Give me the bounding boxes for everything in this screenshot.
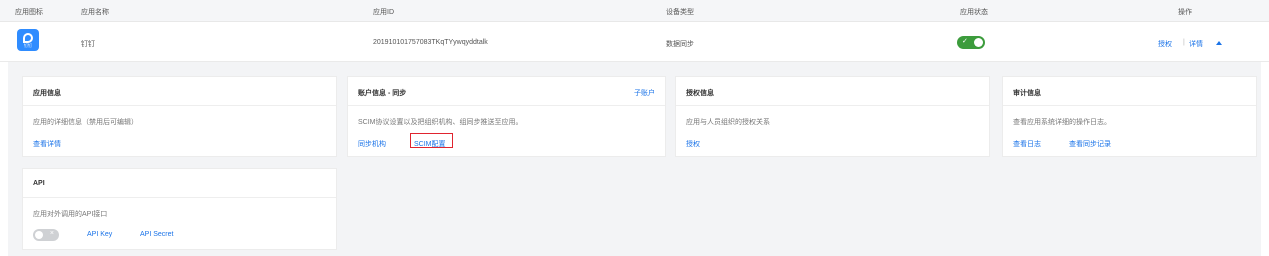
toggle-knob	[974, 38, 983, 47]
api-title: API	[33, 180, 45, 187]
col-header-name: 应用名称	[81, 9, 109, 16]
sub-account-link[interactable]: 子账户	[634, 88, 655, 98]
account-sync-card: 账户信息 - 同步 子账户 SCIM协议设置以及把组织机构、组同步推送至应用。 …	[347, 76, 666, 157]
card-divider	[23, 105, 336, 106]
caret-up-icon[interactable]	[1216, 41, 1222, 45]
app-id: 201910101757083TKqTYywqyddtalk	[373, 39, 488, 46]
app-info-title: 应用信息	[33, 90, 61, 97]
dingtalk-logo-icon	[23, 33, 33, 43]
view-logs-link[interactable]: 查看日志	[1013, 139, 1041, 149]
audit-card: 审计信息 查看应用系统详细的操作日志。 查看日志 查看同步记录	[1002, 76, 1257, 157]
card-divider	[1003, 105, 1256, 106]
api-card: API 应用对外调用的API接口 × API Key API Secret	[22, 168, 337, 250]
view-sync-records-link[interactable]: 查看同步记录	[1069, 139, 1111, 149]
device-type: 数据同步	[666, 41, 694, 48]
api-toggle[interactable]: ×	[33, 229, 59, 241]
app-info-desc: 应用的详细信息（禁用后可编辑）	[33, 119, 138, 126]
table-header: 应用图标 应用名称 应用ID 设备类型 应用状态 操作	[0, 0, 1269, 22]
account-sync-title: 账户信息 - 同步	[358, 90, 407, 97]
api-secret-link[interactable]: API Secret	[140, 231, 173, 238]
app-status-toggle[interactable]: ✓	[957, 36, 985, 49]
app-icon-label: 钉钉	[24, 43, 32, 48]
action-separator: |	[1183, 39, 1185, 46]
audit-desc: 查看应用系统详细的操作日志。	[1013, 119, 1111, 126]
app-info-card: 应用信息 应用的详细信息（禁用后可编辑） 查看详情	[22, 76, 337, 157]
details-link[interactable]: 详情	[1189, 39, 1203, 49]
account-sync-desc: SCIM协议设置以及把组织机构、组同步推送至应用。	[358, 119, 523, 126]
toggle-knob	[35, 231, 43, 239]
col-header-icon: 应用图标	[15, 9, 43, 16]
close-icon: ×	[49, 230, 54, 237]
card-divider	[676, 105, 989, 106]
card-divider	[348, 105, 665, 106]
authorize-card-link[interactable]: 授权	[686, 139, 700, 149]
col-header-app-id: 应用ID	[373, 9, 394, 16]
view-details-link[interactable]: 查看详情	[33, 139, 61, 149]
audit-title: 审计信息	[1013, 90, 1041, 97]
col-header-device-type: 设备类型	[666, 9, 694, 16]
check-icon: ✓	[962, 38, 968, 45]
scim-config-highlight	[410, 133, 453, 148]
api-key-link[interactable]: API Key	[87, 231, 112, 238]
col-header-status: 应用状态	[960, 9, 988, 16]
authorization-desc: 应用与人员组织的授权关系	[686, 119, 770, 126]
table-row[interactable]: 钉钉 钉钉 201910101757083TKqTYywqyddtalk 数据同…	[0, 22, 1269, 62]
app-name: 钉钉	[81, 41, 95, 48]
card-divider	[23, 197, 336, 198]
dingtalk-app-icon: 钉钉	[17, 29, 39, 51]
authorization-card: 授权信息 应用与人员组织的授权关系 授权	[675, 76, 990, 157]
col-header-actions: 操作	[1178, 9, 1192, 16]
api-desc: 应用对外调用的API接口	[33, 211, 108, 218]
authorize-link[interactable]: 授权	[1158, 39, 1172, 49]
sync-org-link[interactable]: 同步机构	[358, 139, 386, 149]
authorization-title: 授权信息	[686, 90, 714, 97]
